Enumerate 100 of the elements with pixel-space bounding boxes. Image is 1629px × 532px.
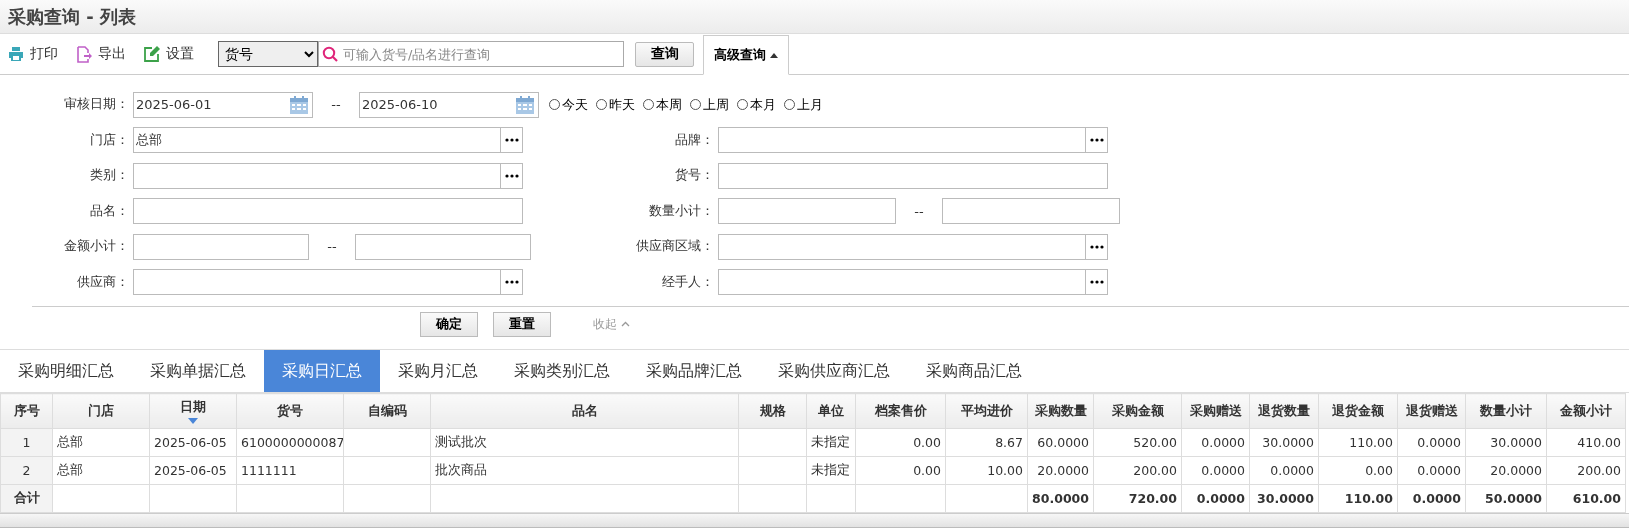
total-cell: 50.0000 <box>1485 491 1542 506</box>
report-tab[interactable]: 采购类别汇总 <box>496 350 628 392</box>
table-cell: 批次商品 <box>435 462 487 477</box>
range-separator: -- <box>913 203 925 219</box>
table-cell: 0.0000 <box>1270 463 1314 478</box>
date-preset-radio[interactable]: 本周 <box>643 95 682 114</box>
toolbar-button[interactable]: 导出 <box>76 45 136 63</box>
confirm-button[interactable]: 确定 <box>420 311 478 337</box>
range-from-field[interactable] <box>133 233 309 260</box>
total-cell: 80.0000 <box>1032 491 1089 506</box>
more-button[interactable] <box>1085 128 1107 153</box>
picker-field[interactable] <box>133 162 523 189</box>
table-cell: 未指定 <box>811 462 850 477</box>
table-cell: 10.00 <box>987 463 1023 478</box>
row-number: 2 <box>22 463 31 478</box>
more-button[interactable] <box>500 163 522 188</box>
table-cell: 0.00 <box>913 463 941 478</box>
text-field[interactable] <box>718 162 1108 189</box>
date-field[interactable]: 2025-06-10 <box>359 91 539 118</box>
date-preset-radio[interactable]: 上周 <box>690 95 729 114</box>
column-header[interactable]: 金额小计 <box>1546 393 1626 429</box>
report-tab[interactable]: 采购日汇总 <box>264 350 380 392</box>
date-preset-radio[interactable]: 昨天 <box>596 95 635 114</box>
total-cell: 30.0000 <box>1257 491 1314 506</box>
more-button[interactable] <box>500 270 522 295</box>
column-header[interactable]: 序号 <box>0 393 53 429</box>
column-header[interactable]: 货号 <box>236 393 344 429</box>
table-cell: 0.0000 <box>1201 463 1245 478</box>
range-from-field[interactable] <box>718 198 896 225</box>
table-cell: 1111111 <box>241 463 297 478</box>
column-header[interactable]: 档案售价 <box>855 393 946 429</box>
column-header[interactable]: 采购赠送 <box>1181 393 1250 429</box>
column-header[interactable]: 门店 <box>52 393 150 429</box>
table-cell: 0.0000 <box>1201 435 1245 450</box>
calendar-icon[interactable] <box>515 94 535 115</box>
picker-field[interactable] <box>718 127 1108 154</box>
table-cell: 200.00 <box>1577 463 1621 478</box>
picker-field[interactable] <box>133 269 523 296</box>
report-tab[interactable]: 采购单据汇总 <box>132 350 264 392</box>
reset-button[interactable]: 重置 <box>493 311 551 337</box>
report-tab[interactable]: 采购品牌汇总 <box>628 350 760 392</box>
field-label: 货号： <box>674 167 715 185</box>
toolbar-button[interactable]: 打印 <box>8 45 68 63</box>
table-cell: 2025-06-05 <box>154 463 227 478</box>
query-button[interactable]: 查询 <box>635 41 694 67</box>
column-header[interactable]: 规格 <box>738 393 807 429</box>
report-tab[interactable]: 采购月汇总 <box>380 350 496 392</box>
export-file-icon <box>76 45 92 63</box>
chevron-up-icon <box>621 321 630 327</box>
field-label: 门店： <box>89 131 130 149</box>
column-header[interactable]: 数量小计 <box>1465 393 1547 429</box>
ellipsis-icon <box>504 280 519 285</box>
more-button[interactable] <box>1085 270 1107 295</box>
column-header[interactable]: 采购金额 <box>1093 393 1182 429</box>
table-cell: 0.0000 <box>1417 435 1461 450</box>
field-label: 供应商： <box>76 273 130 291</box>
search-type-select[interactable]: 货号 <box>218 41 318 67</box>
more-button[interactable] <box>1085 234 1107 259</box>
report-tab[interactable]: 采购商品汇总 <box>908 350 1040 392</box>
picker-field[interactable] <box>718 269 1108 296</box>
column-header[interactable]: 退货赠送 <box>1397 393 1466 429</box>
column-header[interactable]: 采购数量 <box>1027 393 1094 429</box>
advanced-query-tab[interactable]: 高级查询 <box>703 35 789 75</box>
column-header[interactable]: 日期 <box>149 393 237 429</box>
report-tab[interactable]: 采购明细汇总 <box>0 350 132 392</box>
more-button[interactable] <box>500 128 522 153</box>
column-header[interactable]: 退货金额 <box>1318 393 1398 429</box>
search-field[interactable]: 可输入货号/品名进行查询 <box>318 41 624 67</box>
field-label: 供应商区域： <box>635 238 715 256</box>
picker-field[interactable]: 总部 <box>133 127 523 154</box>
field-label: 数量小计： <box>648 202 715 220</box>
report-tab[interactable]: 采购供应商汇总 <box>760 350 908 392</box>
table-cell: 520.00 <box>1133 435 1177 450</box>
date-preset-radio[interactable]: 今天 <box>549 95 588 114</box>
calendar-icon[interactable] <box>289 94 309 115</box>
table-cell: 测试批次 <box>435 434 487 449</box>
total-cell: 0.0000 <box>1412 491 1461 506</box>
table-cell: 20.0000 <box>1037 463 1089 478</box>
ellipsis-icon <box>504 138 519 143</box>
table-cell: 30.0000 <box>1490 435 1542 450</box>
date-preset-radio[interactable]: 上月 <box>784 95 823 114</box>
column-header[interactable]: 品名 <box>430 393 739 429</box>
date-field[interactable]: 2025-06-01 <box>133 91 313 118</box>
table-cell: 20.0000 <box>1490 463 1542 478</box>
range-to-field[interactable] <box>942 198 1120 225</box>
date-preset-radio[interactable]: 本月 <box>737 95 776 114</box>
range-to-field[interactable] <box>355 233 531 260</box>
total-cell: 0.0000 <box>1196 491 1245 506</box>
table-cell: 60.0000 <box>1037 435 1089 450</box>
column-header[interactable]: 平均进价 <box>945 393 1028 429</box>
table-cell: 总部 <box>57 434 83 449</box>
horizontal-scrollbar[interactable] <box>0 513 1629 528</box>
column-header[interactable]: 单位 <box>806 393 856 429</box>
column-header[interactable]: 自编码 <box>343 393 431 429</box>
text-field[interactable] <box>133 198 523 225</box>
table-cell: 0.00 <box>1365 463 1393 478</box>
column-header[interactable]: 退货数量 <box>1249 393 1319 429</box>
row-number: 1 <box>22 435 31 450</box>
picker-field[interactable] <box>718 233 1108 260</box>
toolbar-button[interactable]: 设置 <box>144 45 204 63</box>
